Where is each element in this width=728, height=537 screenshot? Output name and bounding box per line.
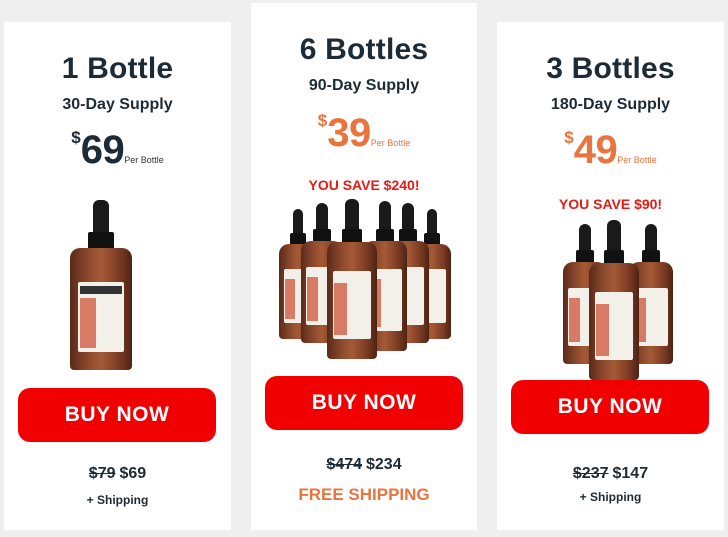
price-per-label: Per Bottle <box>617 155 657 165</box>
price-amount: 39 <box>327 111 371 155</box>
original-price: $237 <box>572 465 609 482</box>
package-card-6-bottles: 6 Bottles 90-Day Supply $39Per Bottle YO… <box>251 3 477 530</box>
price-comparison: $79 $69 <box>4 465 231 483</box>
price-amount: 69 <box>80 128 125 172</box>
package-supply: 90-Day Supply <box>308 77 420 94</box>
package-supply: 30-Day Supply <box>62 96 173 113</box>
package-title: 3 Bottles <box>546 52 675 85</box>
savings-label: YOU SAVE $90! <box>558 196 663 212</box>
package-supply: 180-Day Supply <box>550 96 671 113</box>
buy-now-button[interactable]: BUY NOW <box>18 388 216 442</box>
buy-now-button[interactable]: BUY NOW <box>265 376 463 430</box>
price-comparison: $237 $147 <box>497 465 724 483</box>
package-price: $39Per Bottle <box>251 111 477 155</box>
sale-price: $147 <box>612 465 649 482</box>
shipping-note: + Shipping <box>86 493 149 507</box>
savings-label: YOU SAVE $240! <box>308 177 420 193</box>
price-amount: 49 <box>573 128 618 172</box>
free-shipping-label: FREE SHIPPING <box>298 485 430 504</box>
price-per-label: Per Bottle <box>370 138 411 148</box>
buy-now-button[interactable]: BUY NOW <box>511 380 709 434</box>
product-bottles-image <box>251 199 477 359</box>
package-price: $69Per Bottle <box>4 128 231 172</box>
shipping-note: + Shipping <box>579 490 642 504</box>
sale-price: $69 <box>119 465 147 482</box>
price-currency: $ <box>564 128 574 147</box>
package-card-3-bottles: 3 Bottles 180-Day Supply $49Per Bottle Y… <box>497 22 724 530</box>
original-price: $474 <box>326 456 362 473</box>
sale-price: $234 <box>366 456 402 473</box>
package-title: 1 Bottle <box>61 52 174 85</box>
price-currency: $ <box>317 111 328 130</box>
package-card-1-bottle: 1 Bottle 30-Day Supply $69Per Bottle BUY… <box>4 22 231 530</box>
original-price: $79 <box>88 465 116 482</box>
bottle <box>70 200 132 370</box>
package-title: 6 Bottles <box>299 33 429 66</box>
product-bottles-image <box>4 200 231 372</box>
price-comparison: $474 $234 <box>251 456 477 474</box>
bottle <box>589 220 639 380</box>
bottle <box>327 199 377 359</box>
price-currency: $ <box>71 128 81 147</box>
price-per-label: Per Bottle <box>124 155 164 165</box>
product-bottles-image <box>497 220 724 382</box>
package-price: $49Per Bottle <box>497 128 724 172</box>
